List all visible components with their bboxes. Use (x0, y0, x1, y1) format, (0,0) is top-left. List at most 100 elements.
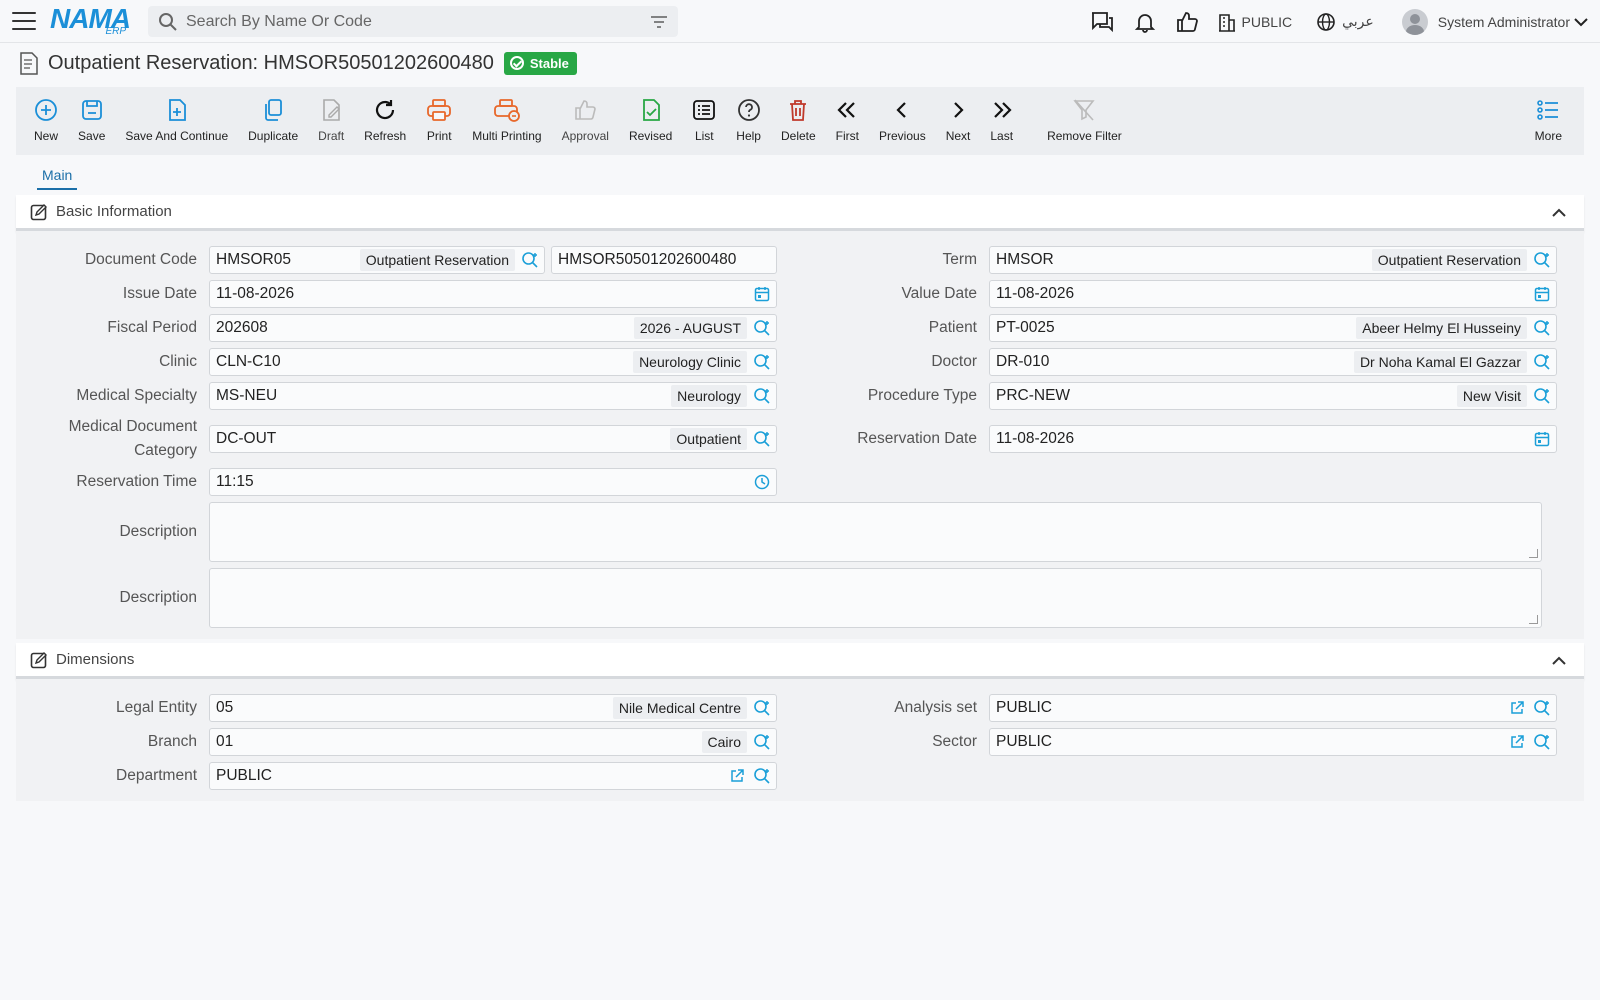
lookup-icon[interactable] (1531, 385, 1553, 407)
chevron-up-icon[interactable] (1552, 208, 1566, 218)
document-number-field[interactable]: HMSOR50501202600480 (551, 246, 777, 274)
department-value: PUBLIC (216, 767, 272, 784)
thumb-up-icon[interactable] (1176, 11, 1198, 33)
dimensions-header[interactable]: Dimensions (16, 643, 1584, 679)
first-button[interactable]: First (836, 87, 859, 143)
lookup-icon[interactable] (751, 731, 773, 753)
approval-button[interactable]: Approval (562, 87, 609, 143)
bell-icon[interactable] (1134, 11, 1156, 33)
lookup-icon[interactable] (751, 317, 773, 339)
sector-field[interactable]: PUBLIC (989, 728, 1557, 756)
medical-specialty-field[interactable]: MS-NEU Neurology (209, 382, 777, 410)
reservation-date-field[interactable]: 11-08-2026 (989, 425, 1557, 453)
issue-date-field[interactable]: 11-08-2026 (209, 280, 777, 308)
chevron-up-icon[interactable] (1552, 656, 1566, 666)
doctor-desc: Dr Noha Kamal El Gazzar (1353, 351, 1527, 373)
lookup-icon[interactable] (519, 249, 541, 271)
user-menu[interactable]: System Administrator (1401, 8, 1588, 35)
external-link-icon[interactable] (726, 765, 748, 787)
next-button[interactable]: Next (946, 87, 970, 143)
save-button[interactable]: Save (78, 87, 105, 143)
print-button[interactable]: Print (426, 87, 452, 143)
new-button[interactable]: New (34, 87, 58, 143)
multi-printing-button[interactable]: Multi Printing (472, 87, 542, 143)
patient-field[interactable]: PT-0025 Abeer Helmy El Husseiny (989, 314, 1557, 342)
term-field[interactable]: HMSOR Outpatient Reservation (989, 246, 1557, 274)
chevron-left-icon (896, 102, 907, 118)
menu-icon[interactable] (12, 12, 36, 30)
delete-label: Delete (780, 129, 816, 143)
calendar-icon[interactable] (751, 283, 773, 305)
lookup-icon[interactable] (1531, 351, 1553, 373)
duplicate-icon (265, 99, 283, 121)
language-selector[interactable]: عربي (1316, 12, 1374, 32)
description-textarea[interactable] (209, 502, 1542, 562)
chat-icon[interactable] (1090, 11, 1114, 33)
fiscal-period-field[interactable]: 202608 2026 - AUGUST (209, 314, 777, 342)
external-link-icon[interactable] (1506, 697, 1528, 719)
branch-field[interactable]: 01 Cairo (209, 728, 777, 756)
search-input[interactable]: Search By Name Or Code (186, 13, 650, 31)
reservation-time-field[interactable]: 11:15 (209, 468, 777, 496)
draft-button[interactable]: Draft (318, 87, 344, 143)
search-icon (159, 12, 177, 31)
tab-main[interactable]: Main (37, 167, 78, 190)
branch-selector[interactable]: PUBLIC (1218, 12, 1292, 32)
lookup-icon[interactable] (751, 765, 773, 787)
revised-button[interactable]: Revised (629, 87, 672, 143)
calendar-icon[interactable] (1531, 283, 1553, 305)
lookup-icon[interactable] (751, 428, 773, 450)
delete-button[interactable]: Delete (781, 87, 816, 143)
medical-specialty-value: MS-NEU (216, 387, 278, 404)
last-button[interactable]: Last (990, 87, 1013, 143)
reservation-time-label: Reservation Time (76, 473, 197, 490)
save-and-continue-label: Save And Continue (125, 129, 229, 143)
building-icon (1218, 13, 1235, 32)
clinic-field[interactable]: CLN-C10 Neurology Clinic (209, 348, 777, 376)
external-link-icon[interactable] (1506, 731, 1528, 753)
lookup-icon[interactable] (1531, 249, 1553, 271)
lookup-icon[interactable] (751, 697, 773, 719)
calendar-icon[interactable] (1531, 428, 1553, 450)
search-box[interactable]: Search By Name Or Code (148, 6, 678, 37)
more-button[interactable]: More (1535, 87, 1562, 143)
more-label: More (1534, 129, 1562, 143)
medical-document-category-field[interactable]: DC-OUT Outpatient (209, 425, 777, 453)
basic-information-header[interactable]: Basic Information (16, 195, 1584, 231)
value-date-label: Value Date (901, 285, 977, 302)
value-date-value: 11-08-2026 (996, 285, 1075, 302)
document-code-field[interactable]: HMSOR05 Outpatient Reservation (209, 246, 545, 274)
language-label: عربي (1342, 13, 1374, 29)
logo[interactable]: NAMA ERP (50, 5, 131, 37)
legal-entity-field[interactable]: 05 Nile Medical Centre (209, 694, 777, 722)
clinic-label: Clinic (159, 353, 197, 370)
lookup-icon[interactable] (1531, 317, 1553, 339)
medical-document-category-label: Medical Document Category (16, 415, 209, 463)
lookup-icon[interactable] (1531, 731, 1553, 753)
check-circle-icon (509, 56, 524, 70)
description-textarea-2[interactable] (209, 568, 1542, 628)
doctor-field[interactable]: DR-010 Dr Noha Kamal El Gazzar (989, 348, 1557, 376)
value-date-field[interactable]: 11-08-2026 (989, 280, 1557, 308)
help-button[interactable]: Help (736, 87, 761, 143)
filter-lines-icon[interactable] (650, 15, 668, 29)
tab-bar: Main (16, 155, 1584, 190)
previous-button[interactable]: Previous (879, 87, 926, 143)
lookup-icon[interactable] (1531, 697, 1553, 719)
procedure-type-field[interactable]: PRC-NEW New Visit (989, 382, 1557, 410)
duplicate-button[interactable]: Duplicate (248, 87, 298, 143)
save-label: Save (78, 129, 106, 143)
remove-filter-button[interactable]: Remove Filter (1047, 87, 1122, 143)
save-and-continue-button[interactable]: Save And Continue (125, 87, 228, 143)
department-field[interactable]: PUBLIC (209, 762, 777, 790)
term-value: HMSOR (996, 251, 1054, 268)
lookup-icon[interactable] (751, 351, 773, 373)
refresh-button[interactable]: Refresh (364, 87, 406, 143)
analysis-set-field[interactable]: PUBLIC (989, 694, 1557, 722)
document-code-value: HMSOR05 (216, 251, 291, 268)
lookup-icon[interactable] (751, 385, 773, 407)
dimensions-body: Legal Entity 05 Nile Medical Centre Anal… (16, 679, 1584, 801)
clock-icon[interactable] (751, 471, 773, 493)
list-button[interactable]: List (692, 87, 716, 143)
medical-specialty-label: Medical Specialty (76, 387, 197, 404)
